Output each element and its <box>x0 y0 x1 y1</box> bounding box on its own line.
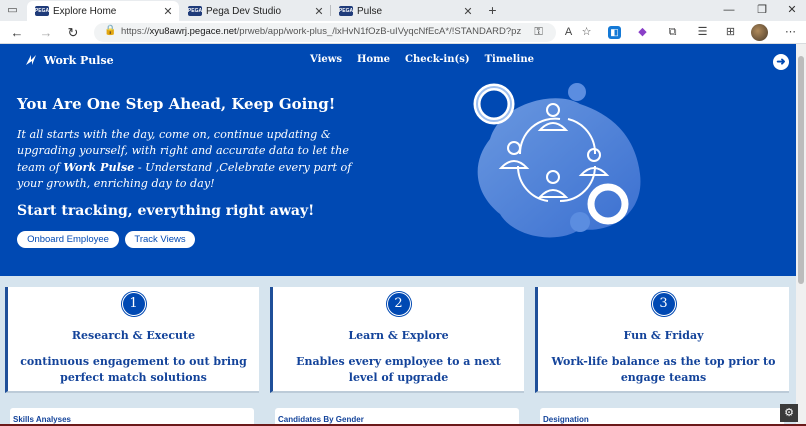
panel-title: Candidates By Gender <box>278 415 364 424</box>
forward-icon[interactable]: → <box>37 24 55 41</box>
panel-title: Skills Analyses <box>13 415 71 424</box>
step-number: 3 <box>651 292 676 316</box>
tab-actions-icon[interactable]: ▭ <box>4 2 21 19</box>
browser-toolbar: ← → ↻ 🔒 https://xyu8awrj.pegace.net/prwe… <box>0 21 806 44</box>
pega-favicon: PEGA <box>338 6 354 16</box>
arrow-right-icon[interactable]: ➜ <box>773 54 789 70</box>
key-icon[interactable]: ⚿ <box>530 24 547 41</box>
tab-pulse[interactable]: PEGA Pulse ✕ <box>331 1 479 21</box>
hero-section: Work Pulse Views Home Check-in(s) Timeli… <box>0 44 796 276</box>
card-title: Research & Execute <box>71 329 196 342</box>
tab-pega-dev-studio[interactable]: PEGA Pega Dev Studio ✕ <box>180 1 330 21</box>
nav-views[interactable]: Views <box>310 54 342 65</box>
pega-favicon: PEGA <box>187 6 203 16</box>
hero-description: It all starts with the day, come on, con… <box>17 128 352 190</box>
extension-icon[interactable]: ◧ <box>608 26 621 39</box>
nav-home[interactable]: Home <box>357 54 390 65</box>
card-title: Learn & Explore <box>348 329 449 342</box>
card-research: 1 Research & Execute continuous engageme… <box>5 287 259 393</box>
minimize-button[interactable]: — <box>718 2 740 18</box>
scrollbar[interactable] <box>796 44 806 426</box>
team-network-illustration <box>473 83 641 238</box>
browser-tabstrip: ▭ PEGA Explore Home ✕ PEGA Pega Dev Stud… <box>0 0 806 21</box>
new-tab-button[interactable]: + <box>484 2 501 19</box>
close-icon[interactable]: ✕ <box>161 5 175 18</box>
pulse-logo-icon <box>24 53 38 67</box>
step-number: 1 <box>121 292 146 316</box>
favorites-list-icon[interactable]: ☰ <box>694 24 711 41</box>
card-fun: 3 Fun & Friday Work-life balance as the … <box>535 287 789 393</box>
more-icon[interactable]: ⋯ <box>782 24 799 41</box>
onboard-employee-button[interactable]: Onboard Employee <box>17 231 119 248</box>
hero-title: You Are One Step Ahead, Keep Going! <box>17 95 336 113</box>
url-text: https://xyu8awrj.pegace.net/prweb/app/wo… <box>121 26 521 37</box>
tab-label: Explore Home <box>53 5 117 17</box>
extensions-puzzle-icon[interactable]: ⧉ <box>664 24 681 41</box>
gear-icon[interactable]: ⚙ <box>780 404 798 422</box>
close-icon[interactable]: ✕ <box>312 5 326 18</box>
address-bar[interactable]: 🔒 https://xyu8awrj.pegace.net/prweb/app/… <box>94 23 556 42</box>
tab-label: Pega Dev Studio <box>206 5 282 17</box>
pega-favicon: PEGA <box>34 6 50 16</box>
restore-button[interactable]: ❐ <box>751 2 773 18</box>
card-description: Work-life balance as the top prior to en… <box>551 355 776 384</box>
scrollbar-thumb[interactable] <box>798 56 804 284</box>
refresh-icon[interactable]: ↻ <box>64 24 82 41</box>
collections-icon[interactable]: ⊞ <box>722 24 739 41</box>
close-window-button[interactable]: ✕ <box>781 2 803 18</box>
profile-avatar[interactable] <box>751 24 768 41</box>
feature-cards: 1 Research & Execute continuous engageme… <box>0 276 796 426</box>
track-views-button[interactable]: Track Views <box>125 231 195 248</box>
close-icon[interactable]: ✕ <box>461 5 475 18</box>
read-aloud-icon[interactable]: A <box>560 24 577 41</box>
cta-title: Start tracking, everything right away! <box>17 203 315 219</box>
brand-name: Work Pulse <box>44 53 114 67</box>
tab-explore-home[interactable]: PEGA Explore Home ✕ <box>27 1 179 21</box>
tab-label: Pulse <box>357 5 383 17</box>
step-number: 2 <box>386 292 411 316</box>
card-title: Fun & Friday <box>623 329 704 342</box>
extension-icon[interactable]: ◆ <box>634 24 651 41</box>
card-description: continuous engagement to out bring perfe… <box>20 355 247 384</box>
panel-title: Designation <box>543 415 589 424</box>
brand[interactable]: Work Pulse <box>24 53 114 67</box>
card-description: Enables every employee to a next level o… <box>296 355 501 384</box>
card-learn: 2 Learn & Explore Enables every employee… <box>270 287 524 393</box>
favorite-icon[interactable]: ☆ <box>578 24 595 41</box>
back-icon[interactable]: ← <box>8 24 26 41</box>
lock-icon: 🔒 <box>104 25 117 36</box>
